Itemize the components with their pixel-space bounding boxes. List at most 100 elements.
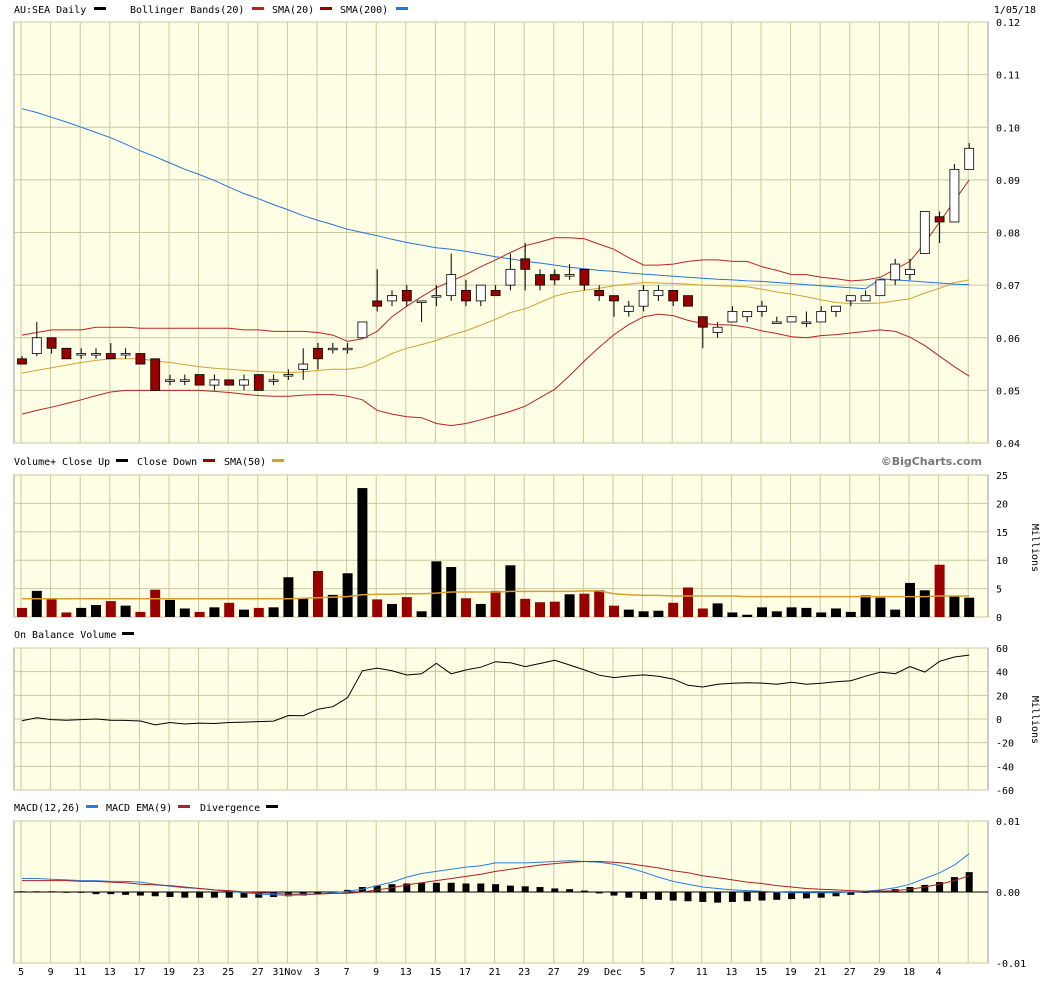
divergence-bar	[136, 892, 144, 896]
volume-header: Volume+ Close Up Close Down SMA(50) ©Big…	[14, 455, 982, 468]
volume-bar	[61, 612, 72, 617]
divergence-bar	[196, 892, 204, 898]
macd-y-tick-label: 0.01	[996, 817, 1020, 828]
x-tick-label: 13	[725, 967, 737, 978]
volume-y-tick-label: 15	[996, 528, 1008, 539]
volume-units-label: Millions	[1029, 524, 1040, 572]
candle-body	[549, 274, 560, 281]
candle-body	[342, 347, 353, 351]
divergence-bar	[92, 892, 100, 895]
volume-bar	[964, 597, 975, 617]
candle-body	[194, 374, 205, 386]
volume-bar	[623, 609, 634, 617]
divergence-bar	[921, 884, 929, 892]
x-tick-label: 29	[577, 967, 589, 978]
symbol-title: AU:SEA Daily	[14, 5, 86, 16]
macd-ema-label: MACD EMA(9)	[106, 803, 172, 814]
candle-body	[890, 263, 901, 281]
price-y-tick-label: 0.08	[996, 229, 1020, 240]
price-legend-swatch	[94, 7, 106, 10]
volume-bar	[31, 590, 42, 617]
x-tick-label: 31Nov	[272, 967, 302, 978]
sma20-legend-swatch	[320, 7, 332, 10]
candle-body	[31, 337, 42, 354]
x-tick-label: 19	[785, 967, 797, 978]
volume-bar	[653, 610, 664, 617]
candle-body	[875, 279, 886, 297]
volume-bar	[461, 598, 471, 617]
price-y-tick-label: 0.12	[996, 18, 1020, 29]
candle-body	[416, 300, 427, 303]
price-header: AU:SEA Daily Bollinger Bands(20) SMA(20)…	[14, 5, 1036, 16]
candle-body	[165, 379, 175, 382]
divergence-bar	[566, 889, 574, 892]
volume-bar	[357, 488, 368, 617]
divergence-bar	[595, 892, 603, 894]
candle-body	[683, 295, 693, 307]
candle-body	[742, 311, 753, 318]
candle-body	[845, 295, 856, 302]
price-y-tick-label: 0.11	[996, 71, 1020, 82]
volume-bar	[283, 577, 294, 617]
divergence-bar	[432, 882, 440, 892]
bb-legend-swatch	[252, 7, 264, 10]
close-up-swatch	[116, 459, 128, 462]
volume-bar	[727, 612, 738, 617]
candle-body	[61, 347, 72, 360]
x-tick-label: 29	[873, 967, 885, 978]
obv-y-tick-label: 0	[996, 715, 1002, 726]
candle-body	[905, 268, 915, 275]
obv-y-tick-label: -40	[996, 762, 1014, 773]
volume-bar	[490, 590, 501, 617]
x-tick-label: 7	[344, 967, 350, 978]
candle-body	[934, 216, 945, 223]
chart-date: 1/05/18	[994, 5, 1036, 16]
candle-body	[135, 353, 146, 365]
macd-y-tick-label: -0.01	[996, 959, 1026, 970]
x-tick-label: 27	[252, 967, 264, 978]
volume-bar	[105, 601, 116, 617]
volume-bar	[253, 607, 264, 617]
volume-bar	[757, 607, 767, 617]
volume-bar	[535, 602, 545, 617]
candle-body	[771, 321, 782, 324]
chart-canvas: AU:SEA Daily Bollinger Bands(20) SMA(20)…	[13, 5, 1040, 978]
divergence-bar	[640, 892, 648, 900]
volume-bar	[313, 570, 323, 617]
volume-bar	[372, 599, 383, 617]
candle-body	[579, 268, 590, 286]
candle-body	[357, 321, 368, 339]
sma50-swatch	[272, 459, 284, 462]
volume-bar	[91, 605, 101, 617]
volume-bar	[520, 598, 531, 617]
divergence-bar	[536, 887, 544, 892]
price-y-tick-label: 0.04	[996, 439, 1020, 450]
x-tick-label: 7	[669, 967, 675, 978]
divergence-bar	[580, 890, 588, 892]
divergence-bar	[625, 892, 633, 898]
divergence-bar	[210, 892, 218, 898]
divergence-bar	[654, 892, 662, 900]
volume-title: Volume+	[14, 457, 56, 468]
candle-body	[816, 311, 827, 323]
divergence-bar	[506, 885, 514, 892]
x-tick-label: 21	[814, 967, 826, 978]
candle-body	[535, 274, 545, 286]
x-tick-label: 23	[193, 967, 205, 978]
divergence-bar	[151, 892, 159, 897]
volume-bar	[860, 595, 871, 617]
bb-label: Bollinger Bands(20)	[130, 5, 244, 16]
volume-bar	[638, 611, 649, 617]
candle-body	[668, 289, 679, 302]
x-tick-label: 13	[400, 967, 412, 978]
candle-body	[623, 305, 634, 312]
close-up-label: Close Up	[62, 457, 110, 468]
volume-bar	[845, 611, 856, 617]
candle-body	[46, 337, 57, 349]
obv-y-tick-label: -60	[996, 786, 1014, 797]
candle-body	[461, 289, 471, 302]
sma50-label: SMA(50)	[224, 457, 266, 468]
price-y-tick-label: 0.05	[996, 386, 1020, 397]
volume-bar	[831, 608, 841, 617]
candle-body	[831, 305, 841, 312]
